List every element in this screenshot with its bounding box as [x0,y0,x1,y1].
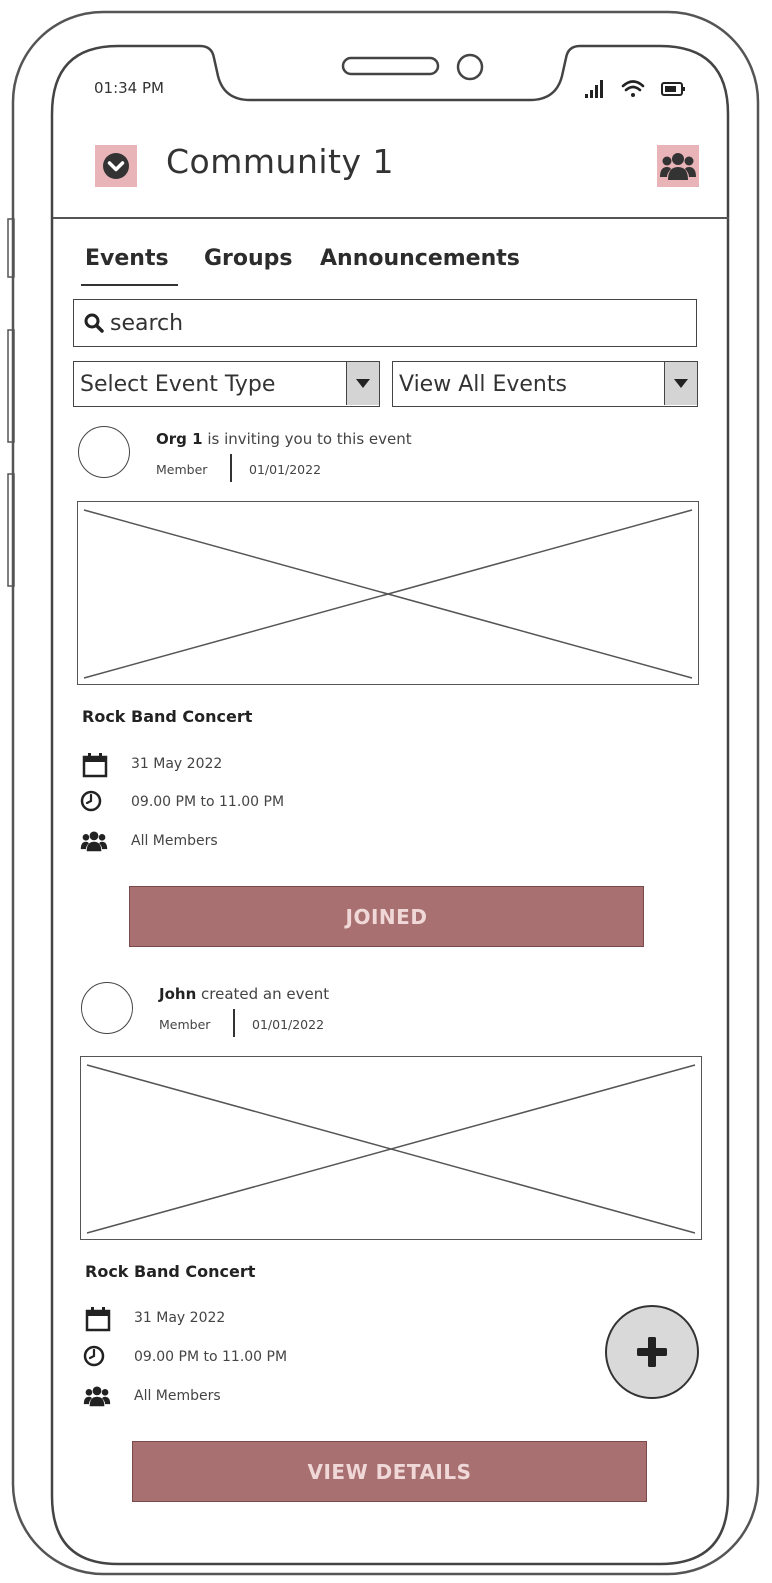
camera [456,53,484,81]
tab-events[interactable]: Events [85,246,169,271]
search-icon [84,313,104,333]
event-view-value: View All Events [399,371,567,397]
event-time: 09.00 PM to 11.00 PM [131,794,285,810]
post-author[interactable]: John [159,985,196,1003]
avatar[interactable] [81,982,133,1034]
post-header: Org 1 is inviting you to this event [156,430,412,448]
event-date: 31 May 2022 [131,756,223,772]
event-type-value: Select Event Type [80,371,276,397]
chevron-down-icon [346,362,379,405]
chevron-down-icon [664,362,697,405]
joined-button[interactable]: JOINED [129,886,644,947]
active-tab-indicator [81,284,178,286]
post-date: 01/01/2022 [249,462,322,477]
signal-icon [585,80,603,98]
header-divider [53,217,729,219]
users-icon [80,830,108,852]
status-time: 01:34 PM [94,79,164,97]
battery-icon [661,82,685,96]
calendar-icon [80,752,110,778]
post-header: John created an event [159,985,329,1003]
post-action: is inviting you to this event [207,430,412,448]
event-audience: All Members [131,833,218,849]
community-dropdown-button[interactable] [95,145,137,187]
tab-groups[interactable]: Groups [204,246,293,271]
calendar-icon [83,1306,113,1332]
status-icons [585,80,685,98]
chevron-down-circle-icon [103,153,129,179]
meta-divider [230,454,232,482]
search-placeholder: search [110,310,184,336]
avatar[interactable] [78,426,130,478]
search-input[interactable]: search [73,299,697,347]
post-date: 01/01/2022 [252,1017,325,1032]
view-details-button[interactable]: VIEW DETAILS [132,1441,647,1502]
event-title: Rock Band Concert [82,707,253,726]
post-author[interactable]: Org 1 [156,430,203,448]
post-role: Member [156,462,208,477]
clock-icon [83,1345,105,1367]
event-audience: All Members [134,1388,221,1404]
page-title: Community 1 [166,142,394,181]
event-type-select[interactable]: Select Event Type [73,361,380,407]
event-date: 31 May 2022 [134,1310,226,1326]
users-icon [660,153,696,180]
event-time: 09.00 PM to 11.00 PM [134,1349,288,1365]
tab-announcements[interactable]: Announcements [320,246,520,271]
clock-icon [80,790,102,812]
members-button[interactable] [657,145,699,187]
event-title: Rock Band Concert [85,1262,256,1281]
event-image-placeholder[interactable] [80,1056,702,1240]
event-view-select[interactable]: View All Events [392,361,698,407]
speaker-slot [341,56,440,76]
meta-divider [233,1009,235,1037]
post-action: created an event [201,985,330,1003]
plus-icon [637,1337,667,1367]
wifi-icon [621,80,645,97]
create-event-fab[interactable] [605,1305,699,1399]
event-image-placeholder[interactable] [77,501,699,685]
users-icon [83,1385,111,1407]
post-role: Member [159,1017,211,1032]
